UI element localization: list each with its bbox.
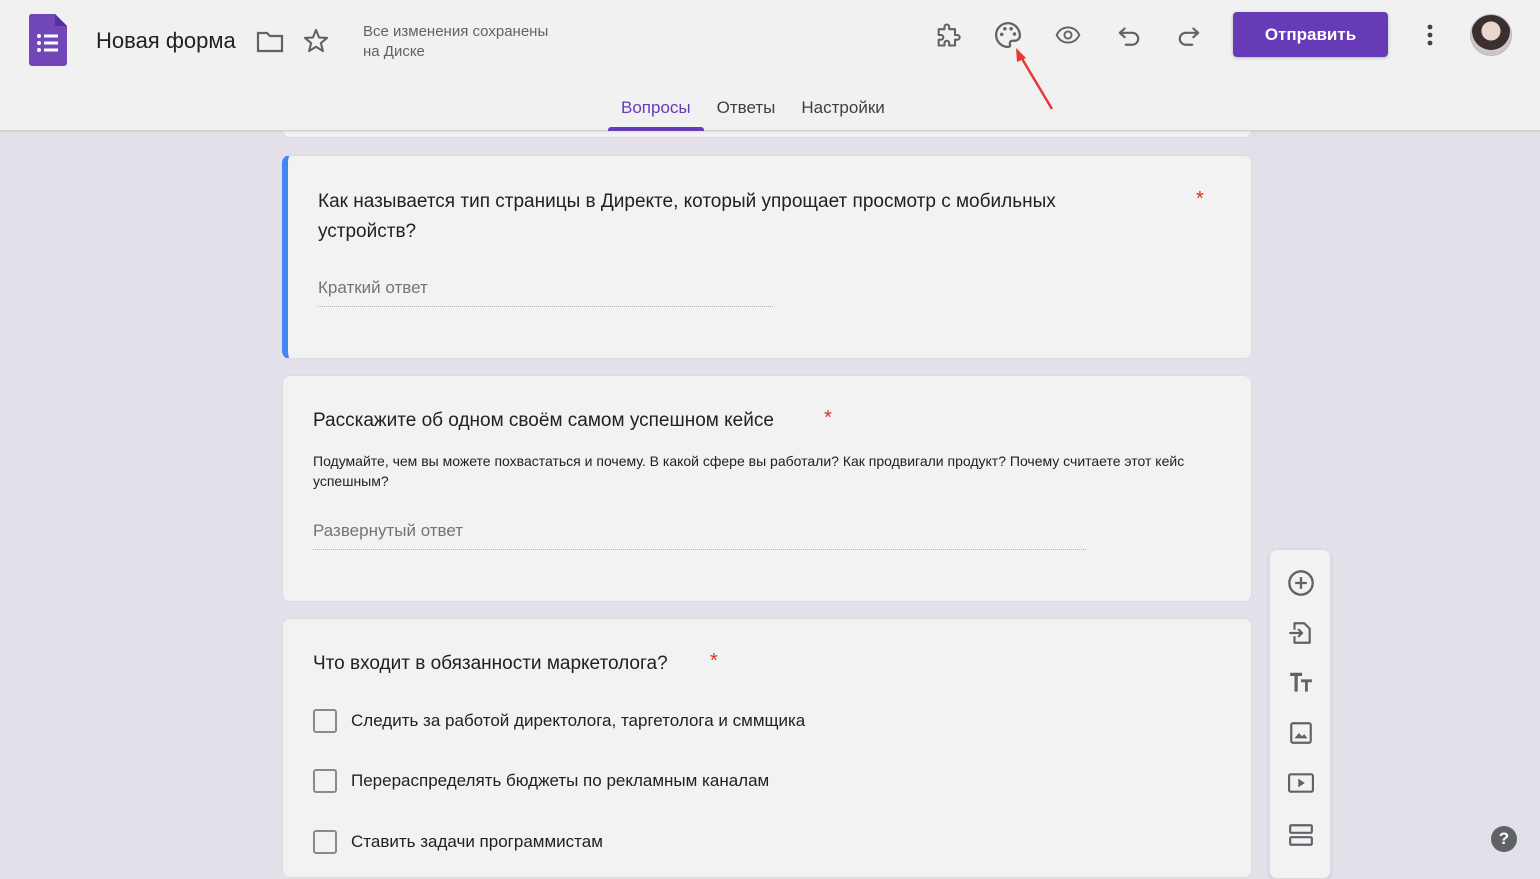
checkbox-option[interactable]: Перераспределять бюджеты по рекламным ка… <box>313 768 769 794</box>
add-title-icon[interactable] <box>1284 666 1318 700</box>
short-answer-field: Краткий ответ <box>318 278 773 307</box>
long-answer-field: Развернутый ответ <box>313 521 1086 550</box>
add-question-icon[interactable] <box>1284 566 1318 600</box>
checkbox-option[interactable]: Ставить задачи программистам <box>313 829 603 855</box>
add-video-icon[interactable] <box>1284 766 1318 800</box>
import-questions-icon[interactable] <box>1284 616 1318 650</box>
tab-questions[interactable]: Вопросы <box>608 86 704 131</box>
send-button[interactable]: Отправить <box>1233 12 1388 57</box>
checkbox[interactable] <box>313 709 337 733</box>
folder-icon[interactable] <box>253 25 287 59</box>
form-tabs: Вопросы Ответы Настройки <box>608 86 898 131</box>
question-title[interactable]: Что входит в обязанности маркетолога? <box>313 649 668 679</box>
checkbox[interactable] <box>313 830 337 854</box>
add-image-icon[interactable] <box>1284 716 1318 750</box>
app-header: Новая форма Все изменения сохранены на Д… <box>0 0 1540 131</box>
question-title[interactable]: Как называется тип страницы в Директе, к… <box>318 187 1138 247</box>
question-card[interactable]: Что входит в обязанности маркетолога? * … <box>282 618 1252 878</box>
option-label: Следить за работой директолога, таргетол… <box>351 711 806 730</box>
help-button[interactable]: ? <box>1491 826 1517 852</box>
save-status-line1: Все изменения сохранены <box>363 23 549 40</box>
question-description[interactable]: Подумайте, чем вы можете похвастаться и … <box>313 451 1203 491</box>
required-mark: * <box>1196 188 1204 210</box>
add-section-icon[interactable] <box>1284 818 1318 852</box>
forms-logo-icon[interactable] <box>28 14 68 66</box>
question-card[interactable]: Как называется тип страницы в Директе, к… <box>282 155 1252 359</box>
palette-icon[interactable] <box>991 18 1025 52</box>
save-status-line2: на Диске <box>363 43 425 60</box>
redo-icon[interactable] <box>1172 18 1206 52</box>
addon-puzzle-icon[interactable] <box>931 18 965 52</box>
star-icon[interactable] <box>299 24 333 58</box>
side-toolbar <box>1269 549 1331 879</box>
checkbox[interactable] <box>313 769 337 793</box>
checkbox-option[interactable]: Следить за работой директолога, таргетол… <box>313 708 805 734</box>
question-card[interactable]: Расскажите об одном своём самом успешном… <box>282 375 1252 602</box>
form-title[interactable]: Новая форма <box>96 28 236 54</box>
avatar[interactable] <box>1470 14 1512 56</box>
more-vert-icon[interactable] <box>1413 18 1447 52</box>
eye-preview-icon[interactable] <box>1051 18 1085 52</box>
option-label: Перераспределять бюджеты по рекламным ка… <box>351 771 770 790</box>
required-mark: * <box>824 407 832 429</box>
option-label: Ставить задачи программистам <box>351 832 603 851</box>
question-title[interactable]: Расскажите об одном своём самом успешном… <box>313 406 774 436</box>
required-mark: * <box>710 650 718 672</box>
undo-icon[interactable] <box>1112 18 1146 52</box>
tab-settings[interactable]: Настройки <box>788 86 897 131</box>
tab-responses[interactable]: Ответы <box>704 86 789 131</box>
save-status: Все изменения сохранены на Диске <box>363 22 583 62</box>
